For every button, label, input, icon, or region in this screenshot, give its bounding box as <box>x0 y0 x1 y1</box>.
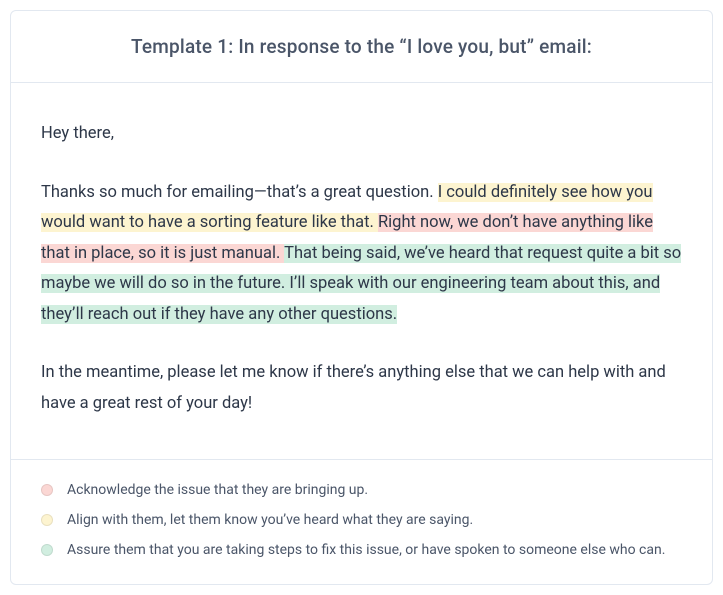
legend-label: Align with them, let them know you’ve he… <box>67 512 473 528</box>
closing-paragraph: In the meantime, please let me know if t… <box>41 358 682 419</box>
template-card: Template 1: In response to the “I love y… <box>10 10 713 585</box>
dot-yellow-icon <box>41 514 53 526</box>
dot-green-icon <box>41 544 53 556</box>
legend-item-assure: Assure them that you are taking steps to… <box>41 542 682 558</box>
legend-item-acknowledge: Acknowledge the issue that they are brin… <box>41 482 682 498</box>
dot-red-icon <box>41 484 53 496</box>
greeting: Hey there, <box>41 119 682 150</box>
card-header: Template 1: In response to the “I love y… <box>11 11 712 83</box>
main-paragraph: Thanks so much for emailing—that’s a gre… <box>41 178 682 331</box>
legend-label: Acknowledge the issue that they are brin… <box>67 482 368 498</box>
legend: Acknowledge the issue that they are brin… <box>11 460 712 584</box>
card-body: Hey there, Thanks so much for emailing—t… <box>11 83 712 460</box>
legend-item-align: Align with them, let them know you’ve he… <box>41 512 682 528</box>
card-title: Template 1: In response to the “I love y… <box>41 35 682 58</box>
text-plain-intro: Thanks so much for emailing—that’s a gre… <box>41 183 438 202</box>
legend-label: Assure them that you are taking steps to… <box>67 542 665 558</box>
